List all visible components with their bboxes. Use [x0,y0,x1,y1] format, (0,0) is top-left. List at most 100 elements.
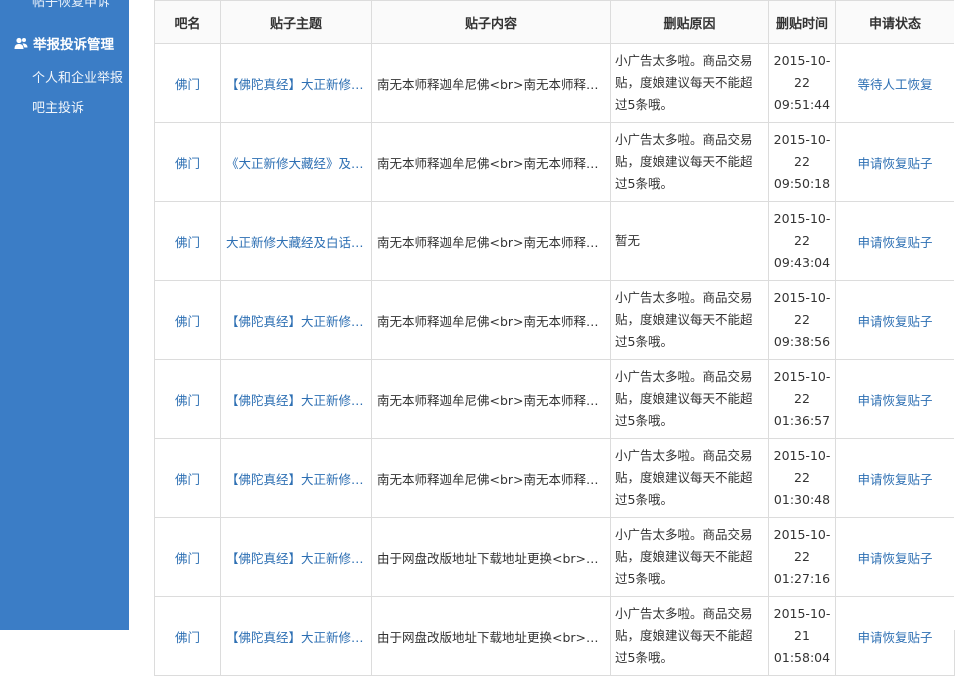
subject-link[interactable]: 大正新修大藏经及白话佛经 [222,232,370,251]
cell-subject: 【佛陀真经】大正新修大藏经 [220,596,372,676]
cell-subject: 【佛陀真经】大正新修大藏经 [220,438,372,518]
status-link[interactable]: 申请恢复贴子 [857,156,932,171]
cell-reason: 小广告太多啦。商品交易贴，度娘建议每天不能超过5条哦。 [610,438,769,518]
content-text: 南无本师释迦牟尼佛<br>南无本师释迦牟尼佛 [377,392,609,408]
cell-content: 南无本师释迦牟尼佛<br>南无本师释迦牟尼佛 [371,438,611,518]
sidebar-section-label: 举报投诉管理 [33,37,114,53]
sidebar-item-personal-report[interactable]: 个人和企业举报 [32,67,123,86]
cell-status: 申请恢复贴子 [835,596,955,676]
status-link[interactable]: 申请恢复贴子 [857,314,932,329]
content-text: 由于网盘改版地址下载地址更换<br>南无本师释迦牟尼佛 [377,550,609,566]
subject-link[interactable]: 【佛陀真经】大正新修大藏经 [222,390,370,409]
reason-text: 小广告太多啦。商品交易贴，度娘建议每天不能超过5条哦。 [615,369,753,428]
status-link[interactable]: 申请恢复贴子 [857,551,932,566]
content-text: 由于网盘改版地址下载地址更换<br>南无本师释迦牟尼佛 [377,629,609,645]
reason-text: 小广告太多啦。商品交易贴，度娘建议每天不能超过5条哦。 [615,606,753,665]
sidebar: 帖子恢复申诉 举报投诉管理 个人和企业举报 吧主投诉 [0,0,129,630]
cell-bar-name: 佛门 [154,596,221,676]
cell-subject: 【佛陀真经】大正新修大藏经 [220,517,372,597]
reason-text: 小广告太多啦。商品交易贴，度娘建议每天不能超过5条哦。 [615,290,753,349]
bar-link[interactable]: 佛门 [175,235,200,250]
cell-time: 2015-10-22 09:43:04 [768,201,836,281]
cell-reason: 小广告太多啦。商品交易贴，度娘建议每天不能超过5条哦。 [610,280,769,360]
cell-bar-name: 佛门 [154,280,221,360]
status-link[interactable]: 申请恢复贴子 [857,630,932,645]
subject-link[interactable]: 《大正新修大藏经》及白话佛经 [222,153,370,172]
reason-text: 小广告太多啦。商品交易贴，度娘建议每天不能超过5条哦。 [615,132,753,191]
cell-content: 南无本师释迦牟尼佛<br>南无本师释迦牟尼佛 [371,43,611,123]
table-row: 佛门 大正新修大藏经及白话佛经南无本师释迦牟尼佛<br>南无本师释迦牟尼佛暂无 20… [154,201,955,281]
bar-link[interactable]: 佛门 [175,630,200,645]
table-row: 佛门 【佛陀真经】大正新修大藏经南无本师释迦牟尼佛<br>南无本师释迦牟尼佛小广告… [154,280,955,360]
status-link[interactable]: 等待人工恢复 [857,77,932,92]
subject-link[interactable]: 【佛陀真经】大正新修大藏经 [222,311,370,330]
deleted-posts-table-wrapper: 吧名贴子主题贴子内容删贴原因删贴时间申请状态 佛门【佛陀真经】大正新修大藏经南无… [154,0,955,676]
cell-bar-name: 佛门 [154,201,221,281]
content-text: 南无本师释迦牟尼佛<br>南无本师释迦牟尼佛 [377,471,609,487]
subject-link[interactable]: 【佛陀真经】大正新修大藏经 [222,74,370,93]
column-header: 删贴时间 [768,0,836,44]
cell-status: 申请恢复贴子 [835,359,955,439]
delete-time: 09:51:44 [773,97,831,112]
cell-subject: 【佛陀真经】大正新修大藏经 [220,359,372,439]
delete-date: 2015-10-22 [773,448,831,485]
content-text: 南无本师释迦牟尼佛<br>南无本师释迦牟尼佛 [377,155,609,171]
delete-time: 01:30:48 [773,492,831,507]
cell-reason: 小广告太多啦。商品交易贴，度娘建议每天不能超过5条哦。 [610,359,769,439]
bar-link[interactable]: 佛门 [175,156,200,171]
cell-reason: 小广告太多啦。商品交易贴，度娘建议每天不能超过5条哦。 [610,517,769,597]
bar-link[interactable]: 佛门 [175,551,200,566]
reason-text: 小广告太多啦。商品交易贴，度娘建议每天不能超过5条哦。 [615,448,753,507]
status-link[interactable]: 申请恢复贴子 [857,472,932,487]
table-row: 佛门 【佛陀真经】大正新修大藏经南无本师释迦牟尼佛<br>南无本师释迦牟尼佛小广告… [154,43,955,123]
cell-status: 申请恢复贴子 [835,280,955,360]
reason-text: 暂无 [615,233,641,248]
cell-bar-name: 佛门 [154,359,221,439]
cell-reason: 暂无 [610,201,769,281]
cell-content: 由于网盘改版地址下载地址更换<br>南无本师释迦牟尼佛 [371,596,611,676]
column-header: 申请状态 [835,0,955,44]
delete-time: 09:38:56 [773,334,831,349]
subject-link[interactable]: 【佛陀真经】大正新修大藏经 [222,469,370,488]
sidebar-item-admin-complaint[interactable]: 吧主投诉 [32,97,84,116]
status-link[interactable]: 申请恢复贴子 [857,393,932,408]
subject-link[interactable]: 【佛陀真经】大正新修大藏经 [222,627,370,646]
content-text: 南无本师释迦牟尼佛<br>南无本师释迦牟尼佛 [377,234,609,250]
table-row: 佛门 【佛陀真经】大正新修大藏经南无本师释迦牟尼佛<br>南无本师释迦牟尼佛小广告… [154,359,955,439]
sidebar-section-report[interactable]: 举报投诉管理 [14,33,114,53]
sidebar-item-cut[interactable]: 帖子恢复申诉 [32,0,110,10]
table-row: 佛门 《大正新修大藏经》及白话佛经南无本师释迦牟尼佛<br>南无本师释迦牟尼佛小广… [154,122,955,202]
cell-time: 2015-10-22 01:27:16 [768,517,836,597]
bar-link[interactable]: 佛门 [175,472,200,487]
deleted-posts-table: 吧名贴子主题贴子内容删贴原因删贴时间申请状态 佛门【佛陀真经】大正新修大藏经南无… [154,0,955,676]
cell-reason: 小广告太多啦。商品交易贴，度娘建议每天不能超过5条哦。 [610,596,769,676]
delete-date: 2015-10-22 [773,53,831,90]
content-text: 南无本师释迦牟尼佛<br>南无本师释迦牟尼佛 [377,76,609,92]
delete-time: 01:27:16 [773,571,831,586]
column-header: 贴子内容 [371,0,611,44]
cell-time: 2015-10-22 01:36:57 [768,359,836,439]
column-header: 贴子主题 [220,0,372,44]
bar-link[interactable]: 佛门 [175,77,200,92]
cell-time: 2015-10-21 01:58:04 [768,596,836,676]
cell-status: 申请恢复贴子 [835,201,955,281]
cell-bar-name: 佛门 [154,122,221,202]
subject-link[interactable]: 【佛陀真经】大正新修大藏经 [222,548,370,567]
table-row: 佛门 【佛陀真经】大正新修大藏经由于网盘改版地址下载地址更换<br>南无本师释迦牟… [154,517,955,597]
cell-bar-name: 佛门 [154,438,221,518]
reason-text: 小广告太多啦。商品交易贴，度娘建议每天不能超过5条哦。 [615,53,753,112]
cell-content: 南无本师释迦牟尼佛<br>南无本师释迦牟尼佛 [371,359,611,439]
bar-link[interactable]: 佛门 [175,393,200,408]
column-header: 删贴原因 [610,0,769,44]
table-row: 佛门 【佛陀真经】大正新修大藏经由于网盘改版地址下载地址更换<br>南无本师释迦牟… [154,596,955,676]
cell-subject: 【佛陀真经】大正新修大藏经 [220,43,372,123]
cell-content: 南无本师释迦牟尼佛<br>南无本师释迦牟尼佛 [371,201,611,281]
status-link[interactable]: 申请恢复贴子 [857,235,932,250]
delete-date: 2015-10-22 [773,527,831,564]
bar-link[interactable]: 佛门 [175,314,200,329]
cell-status: 申请恢复贴子 [835,438,955,518]
delete-time: 09:50:18 [773,176,831,191]
content-text: 南无本师释迦牟尼佛<br>南无本师释迦牟尼佛 [377,313,609,329]
cell-status: 申请恢复贴子 [835,517,955,597]
delete-date: 2015-10-21 [773,606,831,643]
